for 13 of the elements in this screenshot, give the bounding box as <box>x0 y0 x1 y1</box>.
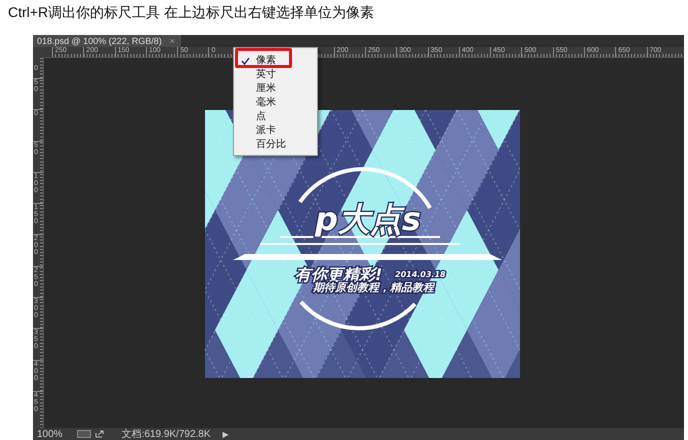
menu-item[interactable]: 百分比 <box>234 138 317 152</box>
menu-item[interactable]: 英寸 <box>234 68 317 82</box>
menu-item[interactable]: 毫米 <box>234 96 317 110</box>
menu-item[interactable]: 派卡 <box>234 124 317 138</box>
menu-item[interactable]: 厘米 <box>234 82 317 96</box>
menu-item[interactable]: 点 <box>234 110 317 124</box>
zoom-level[interactable]: 100% <box>37 428 63 440</box>
display-icon[interactable] <box>76 430 91 438</box>
status-menu-arrow[interactable]: ▶ <box>222 430 229 438</box>
instruction-text: Ctrl+R调出你的标尺工具 在上边标尺出右键选择单位为像素 <box>8 4 374 21</box>
document-tab[interactable]: 018.psd @ 100% (222, RGB/8) × <box>33 35 181 47</box>
share-icon[interactable] <box>94 430 104 438</box>
document-size: 文档:619.9K/792.8K <box>122 428 211 440</box>
